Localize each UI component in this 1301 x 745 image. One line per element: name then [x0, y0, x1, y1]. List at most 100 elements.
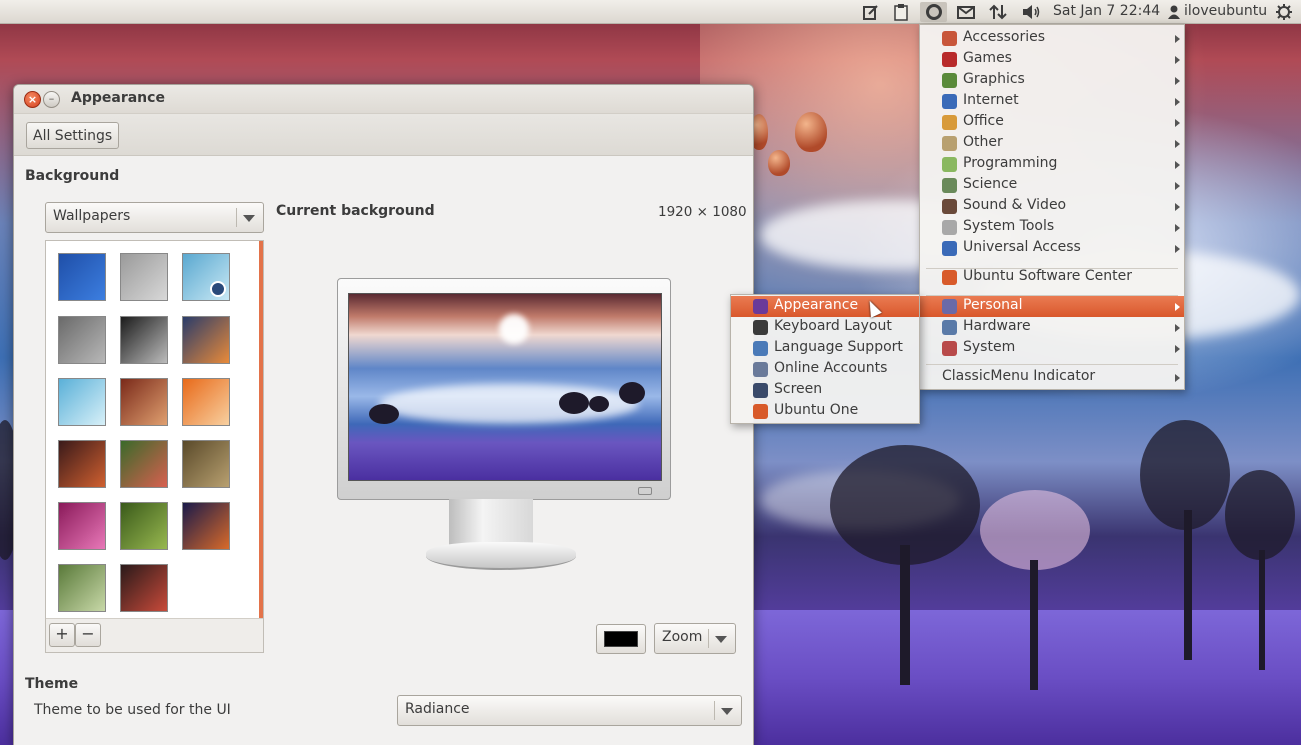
background-color-button[interactable] — [596, 624, 646, 654]
wallpaper-thumbnail[interactable] — [58, 564, 106, 612]
wallpaper-thumbnail[interactable] — [182, 316, 230, 364]
menu-item-classicmenu[interactable]: ClassicMenu Indicator — [920, 367, 1184, 388]
submenu-arrow-icon — [1175, 119, 1180, 127]
menu-item-software-center[interactable]: Ubuntu Software Center — [920, 267, 1184, 288]
wallpaper-thumbnail[interactable] — [120, 564, 168, 612]
wallpaper-thumbnail[interactable] — [182, 440, 230, 488]
all-settings-button[interactable]: All Settings — [26, 122, 120, 149]
menu-item-personal[interactable]: Personal — [920, 296, 1184, 317]
personal-submenu: Appearance Keyboard Layout Language Suppor… — [730, 294, 920, 424]
clock-icon — [210, 281, 226, 297]
keyboard-layout-icon — [753, 320, 768, 335]
balloon-icon — [795, 112, 827, 152]
mail-icon[interactable] — [954, 2, 978, 22]
menu-item-hardware[interactable]: Hardware — [920, 317, 1184, 338]
wallpaper-thumbnail[interactable] — [120, 316, 168, 364]
software-center-icon — [942, 270, 957, 285]
wallpaper-thumbnail[interactable] — [120, 253, 168, 301]
background-preview-monitor — [337, 278, 671, 500]
menu-item-sound-video[interactable]: Sound & Video — [920, 196, 1184, 217]
window-titlebar[interactable]: × – Appearance — [14, 85, 753, 114]
clock-datetime[interactable]: Sat Jan 7 22:44 — [1053, 3, 1160, 19]
submenu-item-appearance[interactable]: Appearance — [731, 296, 919, 317]
network-icon[interactable] — [986, 2, 1010, 22]
chevron-down-icon — [243, 215, 255, 222]
wallpaper-thumbnail-list[interactable]: + − — [45, 240, 264, 653]
menu-item-label: Games — [963, 50, 1012, 66]
wallpaper-thumbnail[interactable] — [120, 502, 168, 550]
submenu-item-online-accounts[interactable]: Online Accounts — [731, 359, 919, 380]
wallpaper-thumbnail[interactable] — [58, 440, 106, 488]
menu-item-graphics[interactable]: Graphics — [920, 70, 1184, 91]
submenu-arrow-icon — [1175, 98, 1180, 106]
list-scrollbar[interactable] — [259, 241, 263, 619]
wallpaper-thumbnail[interactable] — [182, 253, 230, 301]
menu-item-label: System — [963, 339, 1016, 355]
menu-item-universal-access[interactable]: Universal Access — [920, 238, 1184, 259]
user-name[interactable]: iloveubuntu — [1184, 3, 1267, 19]
submenu-item-keyboard-layout[interactable]: Keyboard Layout — [731, 317, 919, 338]
wallpaper-thumbnail[interactable] — [120, 378, 168, 426]
submenu-arrow-icon — [1175, 303, 1180, 311]
wallpaper-thumbnail[interactable] — [58, 316, 106, 364]
minimize-icon[interactable]: – — [43, 91, 60, 108]
remove-wallpaper-button[interactable]: − — [75, 623, 101, 647]
background-resolution: 1920 × 1080 — [658, 204, 747, 220]
wallpaper-source-combo[interactable]: Wallpapers — [45, 202, 264, 233]
ubuntu-menu-icon[interactable] — [920, 2, 947, 22]
menu-item-label: Hardware — [963, 318, 1031, 334]
accessories-icon — [942, 31, 957, 46]
system-icon — [942, 341, 957, 356]
submenu-item-screen[interactable]: Screen — [731, 380, 919, 401]
menu-item-programming[interactable]: Programming — [920, 154, 1184, 175]
menu-item-other[interactable]: Other — [920, 133, 1184, 154]
submenu-arrow-icon — [1175, 77, 1180, 85]
volume-icon[interactable] — [1018, 2, 1044, 22]
wallpaper-thumbnail[interactable] — [182, 378, 230, 426]
language-support-icon — [753, 341, 768, 356]
clipboard-icon[interactable] — [889, 2, 913, 22]
wallpaper-source-value: Wallpapers — [53, 208, 131, 224]
menu-item-games[interactable]: Games — [920, 49, 1184, 70]
wallpaper-thumbnail[interactable] — [58, 378, 106, 426]
notes-icon[interactable] — [859, 2, 883, 22]
menu-item-label: Accessories — [963, 29, 1046, 45]
chevron-down-icon — [721, 708, 733, 715]
power-icon[interactable] — [1273, 2, 1295, 22]
submenu-arrow-icon — [1175, 182, 1180, 190]
add-wallpaper-button[interactable]: + — [49, 623, 75, 647]
menu-item-system-tools[interactable]: System Tools — [920, 217, 1184, 238]
menu-item-science[interactable]: Science — [920, 175, 1184, 196]
user-icon[interactable] — [1166, 2, 1182, 22]
menu-item-label: Office — [963, 113, 1004, 129]
games-icon — [942, 52, 957, 67]
submenu-arrow-icon — [1175, 374, 1180, 382]
menu-item-internet[interactable]: Internet — [920, 91, 1184, 112]
menu-item-label: System Tools — [963, 218, 1055, 234]
submenu-arrow-icon — [1175, 245, 1180, 253]
menu-item-office[interactable]: Office — [920, 112, 1184, 133]
close-icon[interactable]: × — [24, 91, 41, 108]
personal-icon — [942, 299, 957, 314]
current-background-heading: Current background — [276, 203, 435, 219]
submenu-arrow-icon — [1175, 161, 1180, 169]
menu-item-label: Appearance — [774, 297, 859, 313]
menu-item-label: ClassicMenu Indicator — [942, 368, 1096, 384]
theme-combo[interactable]: Radiance — [397, 695, 742, 726]
wallpaper-thumbnail[interactable] — [182, 502, 230, 550]
menu-item-label: Internet — [963, 92, 1019, 108]
submenu-arrow-icon — [1175, 56, 1180, 64]
submenu-item-language-support[interactable]: Language Support — [731, 338, 919, 359]
wallpaper-thumbnail[interactable] — [58, 502, 106, 550]
theme-value: Radiance — [405, 701, 470, 717]
submenu-arrow-icon — [1175, 224, 1180, 232]
zoom-combo[interactable]: Zoom — [654, 623, 736, 654]
wallpaper-thumbnail[interactable] — [120, 440, 168, 488]
menu-item-accessories[interactable]: Accessories — [920, 28, 1184, 49]
window-title: Appearance — [71, 90, 165, 106]
menu-item-label: Sound & Video — [963, 197, 1067, 213]
menu-item-label: Language Support — [774, 339, 903, 355]
menu-item-system[interactable]: System — [920, 338, 1184, 359]
submenu-item-ubuntu-one[interactable]: Ubuntu One — [731, 401, 919, 422]
wallpaper-thumbnail[interactable] — [58, 253, 106, 301]
